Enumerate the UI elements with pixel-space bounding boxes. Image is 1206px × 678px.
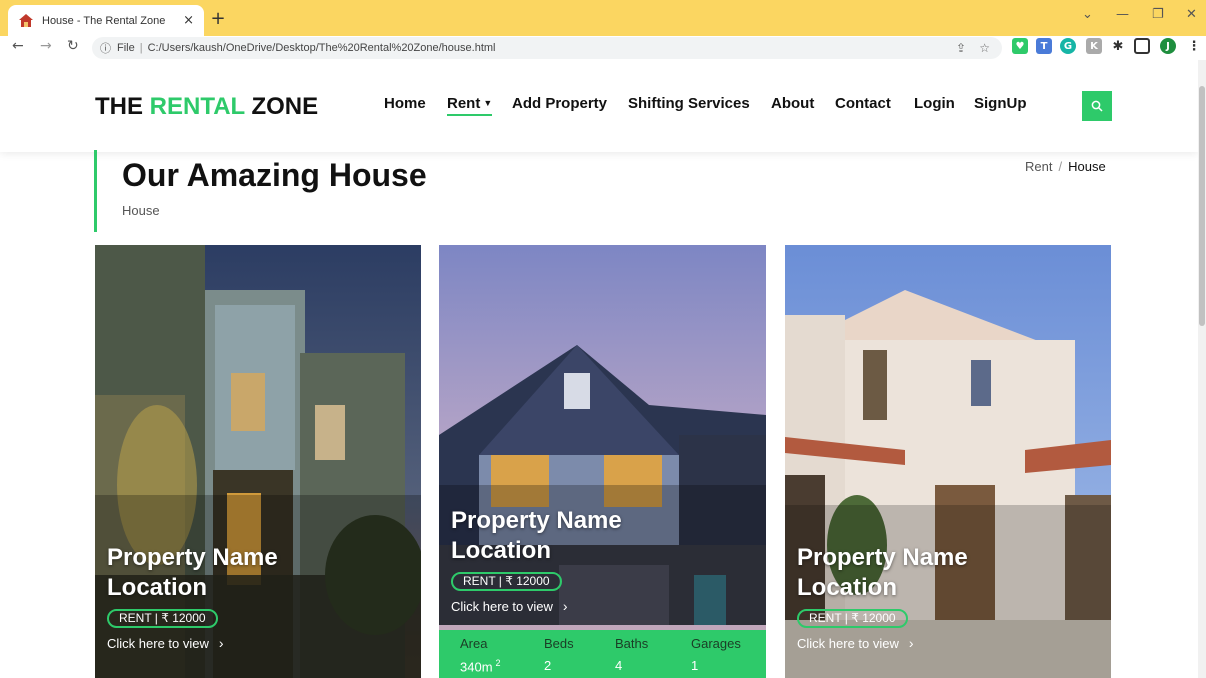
breadcrumb-house: House	[1068, 159, 1106, 174]
spec-beds-label: Beds	[544, 636, 574, 651]
search-button[interactable]	[1082, 91, 1112, 121]
nav-home[interactable]: Home	[384, 95, 426, 112]
view-link-label: Click here to view	[107, 636, 209, 651]
nav-add-property[interactable]: Add Property	[512, 95, 607, 112]
extension-shield-icon[interactable]: ♥	[1012, 38, 1028, 54]
forward-icon[interactable]: →	[40, 38, 52, 54]
restore-icon[interactable]: ❐	[1152, 7, 1164, 22]
spec-area-unit-sup: 2	[495, 658, 501, 668]
share-icon[interactable]: ⇪	[956, 41, 966, 55]
spec-area-value: 340m 2	[460, 658, 501, 674]
site-navbar: THE RENTAL ZONE Home Rent ▼ Add Property …	[0, 60, 1198, 152]
spec-area-number: 340m	[460, 659, 493, 675]
view-link-label: Click here to view	[451, 599, 553, 614]
property-card-1[interactable]: Property Name Location RENT | ₹ 12000 Cl…	[95, 245, 421, 678]
spec-beds-value: 2	[544, 658, 552, 673]
property-location: Location	[107, 574, 207, 601]
property-location: Location	[451, 537, 551, 564]
title-accent-bar	[94, 150, 97, 232]
spec-garages-value: 1	[691, 658, 699, 673]
back-icon[interactable]: ←	[12, 38, 24, 54]
property-location: Location	[797, 574, 897, 601]
url-separator: |	[139, 42, 143, 54]
property-specs-bar: Area Beds Baths Garages 340m 2 2 4 1	[439, 630, 766, 678]
chevron-right-icon: ›	[218, 635, 224, 651]
caret-down-icon: ▼	[483, 98, 493, 108]
view-link[interactable]: Click here to view ›	[797, 635, 968, 651]
nav-shifting-services[interactable]: Shifting Services	[628, 95, 750, 112]
nav-rent[interactable]: Rent ▼	[447, 95, 493, 116]
card-overlay-3: Property Name Location RENT | ₹ 12000 Cl…	[797, 543, 968, 651]
nav-login[interactable]: Login	[914, 95, 955, 112]
extension-translate-icon[interactable]: T	[1036, 38, 1052, 54]
property-card-3[interactable]: Property Name Location RENT | ₹ 12000 Cl…	[785, 245, 1111, 678]
price-badge: RENT | ₹ 12000	[797, 609, 908, 628]
price-badge: RENT | ₹ 12000	[107, 609, 218, 628]
url-prefix: File	[117, 42, 135, 54]
view-link[interactable]: Click here to view ›	[107, 635, 278, 651]
spec-baths-label: Baths	[615, 636, 649, 651]
breadcrumb-rent[interactable]: Rent	[1025, 159, 1052, 174]
card-overlay-1: Property Name Location RENT | ₹ 12000 Cl…	[107, 543, 278, 651]
logo-text-2: ZONE	[244, 93, 319, 120]
logo-text-1: THE	[95, 93, 150, 120]
profile-avatar[interactable]: J	[1160, 38, 1176, 54]
extensions-puzzle-icon[interactable]: ✱	[1110, 38, 1126, 54]
tab-search-icon[interactable]: ⌄	[1082, 7, 1093, 22]
price-badge: RENT | ₹ 12000	[451, 572, 562, 591]
chevron-right-icon: ›	[908, 635, 914, 651]
browser-tab[interactable]: House - The Rental Zone ×	[8, 5, 204, 36]
browser-tab-bar: House - The Rental Zone × + ⌄ — ❐ ✕	[0, 0, 1206, 36]
tab-close-icon[interactable]: ×	[183, 13, 194, 28]
search-icon	[1091, 100, 1103, 112]
property-card-2[interactable]: Property Name Location RENT | ₹ 12000 Cl…	[439, 245, 766, 678]
minimize-icon[interactable]: —	[1116, 7, 1129, 22]
card-overlay-2: Property Name Location RENT | ₹ 12000 Cl…	[451, 506, 622, 614]
view-link[interactable]: Click here to view ›	[451, 598, 622, 614]
info-icon[interactable]: ⓘ	[100, 40, 111, 56]
side-panel-icon[interactable]	[1134, 38, 1150, 54]
tab-title: House - The Rental Zone	[42, 14, 166, 27]
new-tab-button[interactable]: +	[208, 8, 228, 29]
property-name: Property Name	[107, 544, 278, 571]
breadcrumb-separator: /	[1058, 159, 1063, 174]
url-text: C:/Users/kaush/OneDrive/Desktop/The%20Re…	[147, 42, 496, 54]
property-name: Property Name	[797, 544, 968, 571]
spec-garages-label: Garages	[691, 636, 741, 651]
page-title: Our Amazing House	[122, 157, 427, 193]
logo-text-accent: RENTAL	[149, 93, 245, 120]
menu-kebab-icon[interactable]: ⋮	[1186, 38, 1202, 54]
spec-area-label: Area	[460, 636, 488, 651]
url-input[interactable]: ⓘ File | C:/Users/kaush/OneDrive/Desktop…	[92, 37, 1002, 59]
extension-grammarly-icon[interactable]: G	[1060, 38, 1076, 54]
scrollbar-thumb[interactable]	[1199, 86, 1205, 326]
site-logo[interactable]: THE RENTAL ZONE	[95, 93, 318, 121]
nav-rent-label: Rent	[447, 95, 481, 112]
extension-generic-icon[interactable]: K	[1086, 38, 1102, 54]
property-name: Property Name	[451, 507, 622, 534]
house-favicon-icon	[18, 14, 34, 28]
breadcrumb: Rent / House	[1025, 159, 1106, 174]
view-link-label: Click here to view	[797, 636, 899, 651]
nav-about[interactable]: About	[771, 95, 814, 112]
nav-contact[interactable]: Contact	[835, 95, 891, 112]
page-subtitle: House	[122, 203, 160, 218]
web-page: THE RENTAL ZONE Home Rent ▼ Add Property …	[0, 60, 1198, 678]
window-close-icon[interactable]: ✕	[1186, 7, 1197, 22]
spec-baths-value: 4	[615, 658, 623, 673]
reload-icon[interactable]: ↻	[67, 38, 79, 54]
chevron-right-icon: ›	[562, 598, 568, 614]
bookmark-star-icon[interactable]: ☆	[979, 41, 990, 55]
nav-signup[interactable]: SignUp	[974, 95, 1027, 112]
